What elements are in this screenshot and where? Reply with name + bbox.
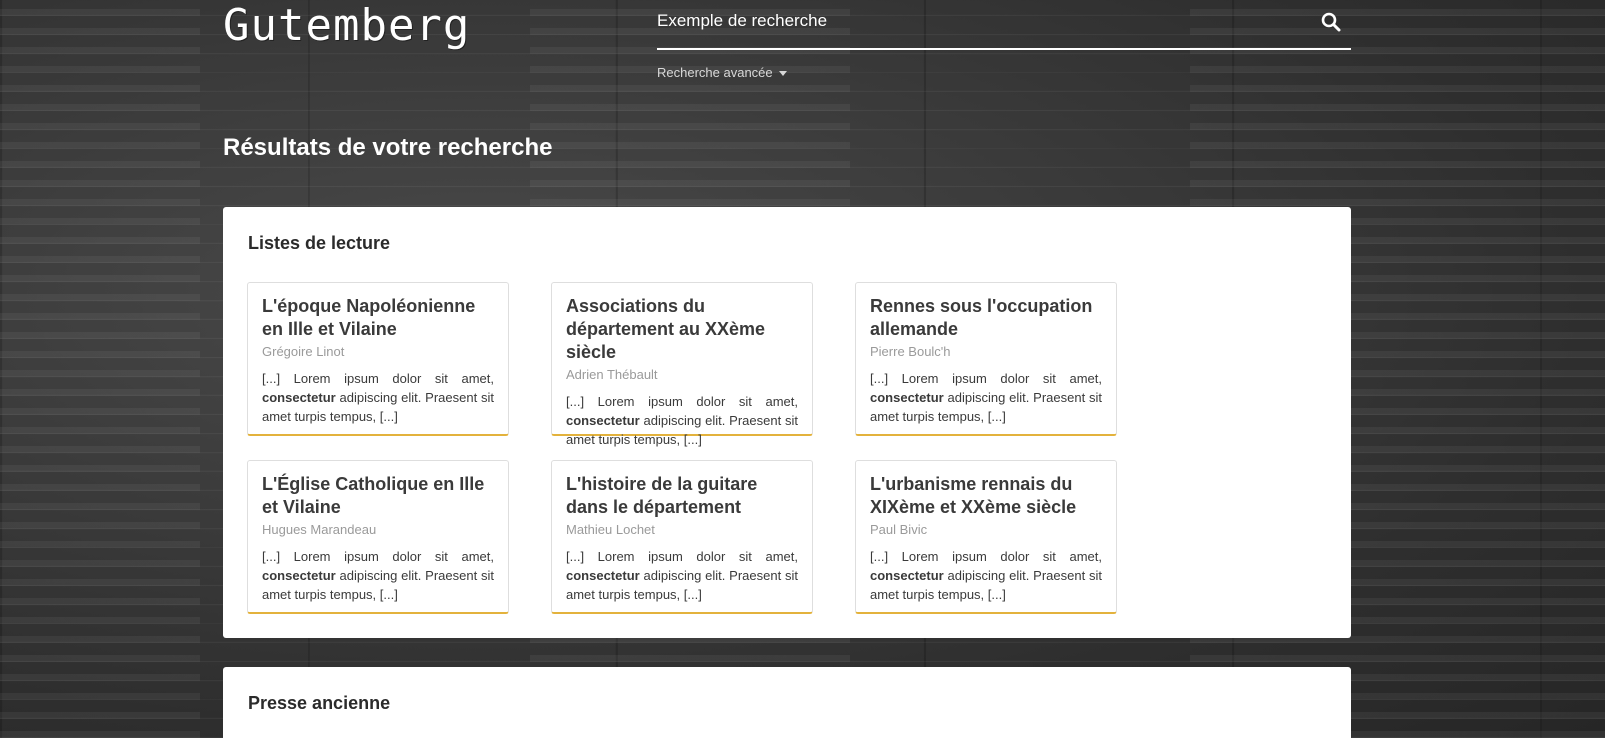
card-excerpt: [...] Lorem ipsum dolor sit amet, consec… bbox=[870, 549, 1102, 602]
card-excerpt: [...] Lorem ipsum dolor sit amet, consec… bbox=[870, 371, 1102, 424]
reading-list-card[interactable]: L'histoire de la guitare dans le départe… bbox=[551, 460, 813, 614]
card-author: Hugues Marandeau bbox=[262, 522, 377, 537]
section-title: Presse ancienne bbox=[248, 693, 391, 713]
card-title: L'urbanisme rennais du XIXème et XXème s… bbox=[870, 474, 1077, 517]
reading-list-card[interactable]: Rennes sous l'occupation allemande Pierr… bbox=[855, 282, 1117, 436]
card-excerpt: [...] Lorem ipsum dolor sit amet, consec… bbox=[262, 371, 494, 424]
old-press-panel: Presse ancienne bbox=[223, 667, 1351, 738]
reading-list-card[interactable]: Associations du département au XXème siè… bbox=[551, 282, 813, 447]
card-author: Grégoire Linot bbox=[262, 344, 345, 359]
card-excerpt: [...] Lorem ipsum dolor sit amet, consec… bbox=[262, 549, 494, 602]
card-excerpt: [...] Lorem ipsum dolor sit amet, consec… bbox=[566, 394, 798, 447]
search-icon[interactable] bbox=[1319, 10, 1343, 34]
card-author: Adrien Thébault bbox=[566, 367, 658, 382]
card-author: Pierre Boulc'h bbox=[870, 344, 951, 359]
card-title: L'époque Napoléonienne en Ille et Vilain… bbox=[262, 296, 476, 339]
card-title: Rennes sous l'occupation allemande bbox=[870, 296, 1093, 339]
card-title: L'Église Catholique en Ille et Vilaine bbox=[262, 474, 485, 517]
search-bar bbox=[657, 0, 1351, 50]
reading-list-card[interactable]: L'époque Napoléonienne en Ille et Vilain… bbox=[247, 282, 509, 436]
card-excerpt: [...] Lorem ipsum dolor sit amet, consec… bbox=[566, 549, 798, 602]
background-newspaper-column bbox=[0, 0, 200, 738]
card-author: Paul Bivic bbox=[870, 522, 928, 537]
reading-list-card[interactable]: L'Église Catholique en Ille et Vilaine H… bbox=[247, 460, 509, 614]
page-title: Résultats de votre recherche bbox=[223, 134, 553, 161]
reading-list-card[interactable]: L'urbanisme rennais du XIXème et XXème s… bbox=[855, 460, 1117, 614]
card-author: Mathieu Lochet bbox=[566, 522, 655, 537]
caret-down-icon bbox=[778, 71, 787, 77]
card-title: Associations du département au XXème siè… bbox=[566, 296, 766, 362]
card-title: L'histoire de la guitare dans le départe… bbox=[566, 474, 758, 517]
advanced-search-toggle[interactable]: Recherche avancée bbox=[657, 65, 787, 80]
section-title: Listes de lecture bbox=[248, 233, 391, 253]
advanced-search-label: Recherche avancée bbox=[657, 65, 773, 80]
site-logo[interactable]: Gutemberg bbox=[223, 0, 470, 51]
search-input[interactable] bbox=[657, 8, 1297, 34]
reading-lists-panel: Listes de lecture L'époque Napoléonienne… bbox=[223, 207, 1351, 638]
